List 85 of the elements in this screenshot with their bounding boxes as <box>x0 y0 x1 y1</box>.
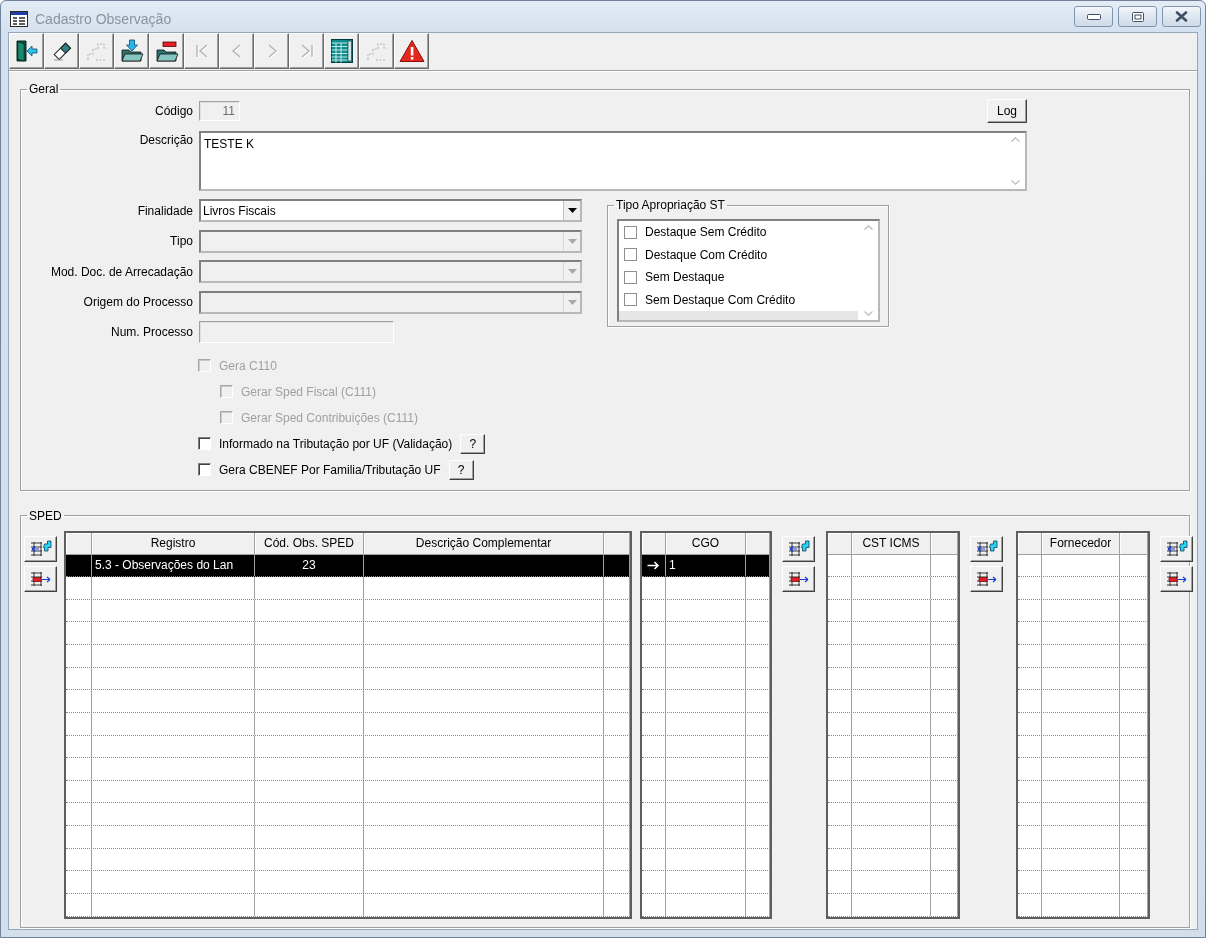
checkbox-label: Gerar Sped Contribuições (C111) <box>241 410 418 425</box>
add-row-icon <box>975 539 998 558</box>
remove-row-icon <box>1165 569 1188 588</box>
field-label: Num. Processo <box>109 324 193 339</box>
table-cell: 23 <box>302 558 316 573</box>
caret-icon <box>563 201 580 220</box>
checkbox-label[interactable]: Sem Destaque <box>645 270 725 285</box>
checkbox[interactable] <box>198 463 211 476</box>
checkbox-label: Gera C110 <box>219 358 277 373</box>
add-row-button[interactable] <box>782 535 815 562</box>
column-header[interactable]: Registro <box>150 536 196 550</box>
remove-row-button[interactable] <box>24 565 57 592</box>
help-button[interactable]: ? <box>448 459 474 480</box>
add-row-icon <box>29 539 52 558</box>
table-cell: 5.3 - Observações do Lan <box>95 558 234 573</box>
group-title: SPED <box>28 508 63 523</box>
column-header[interactable]: CST ICMS <box>862 536 920 550</box>
description-field[interactable]: TESTE K <box>199 131 1027 191</box>
scroll-up-icon <box>1010 137 1020 142</box>
checkbox-label[interactable]: Gera CBENEF Por Familia/Tributação UF <box>219 462 441 477</box>
scroll-up-icon <box>863 225 873 230</box>
folder-arrow-icon <box>119 39 144 63</box>
field-label: Descrição <box>138 132 193 147</box>
add-row-button[interactable] <box>970 535 1003 562</box>
log-button[interactable]: Log <box>987 99 1027 123</box>
remove-row-icon <box>975 569 998 588</box>
remove-row-button[interactable] <box>782 565 815 592</box>
door-arrow-icon <box>14 39 39 63</box>
table-row[interactable]: 5.3 - Observações do Lan 23 <box>66 554 630 578</box>
help-button[interactable]: ? <box>460 433 486 454</box>
checkbox-label: Gerar Sped Fiscal (C111) <box>241 384 376 399</box>
spreadsheet-icon <box>329 38 354 64</box>
toolbar-button[interactable] <box>324 33 359 69</box>
remove-row-button[interactable] <box>1160 565 1193 592</box>
toolbar-button[interactable] <box>394 33 429 69</box>
table-row[interactable]: 1 <box>642 554 770 578</box>
first-record-icon <box>193 43 210 59</box>
field-label: Tipo <box>169 234 193 248</box>
add-row-button[interactable] <box>24 535 57 562</box>
toolbar-button[interactable] <box>44 33 79 69</box>
minimize-button[interactable] <box>1074 6 1113 27</box>
field-label: Código <box>153 104 193 118</box>
warning-icon <box>398 39 425 63</box>
minimize-icon <box>1086 13 1101 20</box>
checkbox-label[interactable]: Destaque Sem Crédito <box>645 225 767 240</box>
restore-button[interactable] <box>1118 6 1157 27</box>
steps-icon <box>365 40 388 62</box>
checkbox[interactable] <box>198 437 211 450</box>
checkbox[interactable] <box>624 248 637 262</box>
scroll-down-icon <box>1010 180 1020 185</box>
checkbox[interactable] <box>624 225 637 239</box>
toolbar-button[interactable] <box>9 33 44 69</box>
remove-row-button[interactable] <box>970 565 1003 592</box>
field-label: Mod. Doc. de Arrecadação <box>49 264 193 279</box>
column-header[interactable]: Cód. Obs. SPED <box>263 536 354 550</box>
form-icon <box>10 11 28 27</box>
checkbox-label[interactable]: Destaque Com Crédito <box>645 247 768 262</box>
toolbar-button[interactable] <box>114 33 149 69</box>
steps-icon <box>85 40 108 62</box>
checkbox-label[interactable]: Sem Destaque Com Crédito <box>645 292 796 307</box>
toolbar-button[interactable] <box>149 33 184 69</box>
remove-row-icon <box>29 569 52 588</box>
checkbox[interactable] <box>624 293 637 307</box>
group-title: Geral <box>28 82 60 96</box>
dropdown-field[interactable]: Livros Fiscais <box>199 199 582 222</box>
close-button[interactable] <box>1162 6 1201 27</box>
scroll-down-icon <box>863 311 873 316</box>
remove-row-icon <box>787 569 810 588</box>
table-cell: 1 <box>669 558 676 573</box>
restore-icon <box>1131 11 1144 22</box>
window-title: Cadastro Observação <box>35 11 172 27</box>
field-label: Origem do Processo <box>82 295 193 309</box>
add-row-button[interactable] <box>1160 535 1193 562</box>
checkbox[interactable] <box>624 270 637 284</box>
code-field: 11 <box>199 101 240 121</box>
add-row-icon <box>787 539 810 558</box>
column-header[interactable]: Descrição Complementar <box>415 536 552 550</box>
group-title: Tipo Apropriação ST <box>615 198 726 212</box>
add-row-icon <box>1165 539 1188 558</box>
field-label: Finalidade <box>136 203 193 218</box>
column-header[interactable]: CGO <box>691 536 720 550</box>
checkbox-label[interactable]: Informado na Tributação por UF (Validação) <box>219 436 453 451</box>
close-icon <box>1175 11 1188 22</box>
folder-minus-icon <box>154 39 179 63</box>
column-header[interactable]: Fornecedor <box>1049 536 1112 550</box>
